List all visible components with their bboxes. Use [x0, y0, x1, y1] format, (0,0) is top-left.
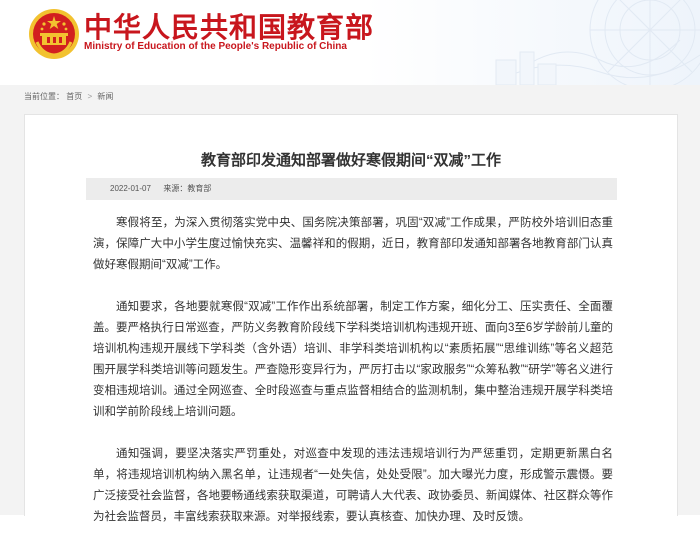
national-emblem-icon[interactable] — [28, 8, 80, 60]
article-date: 2022-01-07 — [110, 184, 151, 193]
site-title[interactable]: 中华人民共和国教育部 — [84, 6, 374, 46]
article-paragraph: 寒假将至，为深入贯彻落实党中央、国务院决策部署，巩固“双减”工作成果，严防校外培… — [93, 217, 613, 271]
breadcrumb-item-news[interactable]: 新闻 — [97, 92, 113, 101]
article-paragraph: 通知强调，要坚决落实严罚重处，对巡查中发现的违法违规培训行为严惩重罚，定期更新黑… — [93, 448, 613, 523]
breadcrumb-item-home[interactable]: 首页 — [66, 92, 82, 101]
article-meta-bar: 2022-01-07 来源：教育部 — [86, 178, 617, 200]
breadcrumb-label: 当前位置： — [24, 92, 64, 101]
article-source: 教育部 — [187, 184, 212, 193]
article-panel: 教育部印发通知部署做好寒假期间“双减”工作 2022-01-07 来源：教育部 … — [24, 114, 678, 523]
site-title-english: Ministry of Education of the People's Re… — [84, 41, 347, 52]
site-header: 中华人民共和国教育部 Ministry of Education of the … — [0, 0, 700, 85]
article-body: 寒假将至，为深入贯彻落实党中央、国务院决策部署，巩固“双减”工作成果，严防校外培… — [93, 213, 613, 549]
breadcrumb-separator-icon: > — [87, 92, 93, 101]
header-decoration — [495, 0, 700, 85]
article-source-label: 来源： — [163, 184, 188, 193]
article-paragraph: 通知要求，各地要就寒假“双减”工作作出系统部署，制定工作方案，细化分工、压实责任… — [93, 301, 613, 418]
breadcrumb: 当前位置： 首页 > 新闻 — [24, 91, 113, 103]
article-title: 教育部印发通知部署做好寒假期间“双减”工作 — [200, 152, 501, 169]
